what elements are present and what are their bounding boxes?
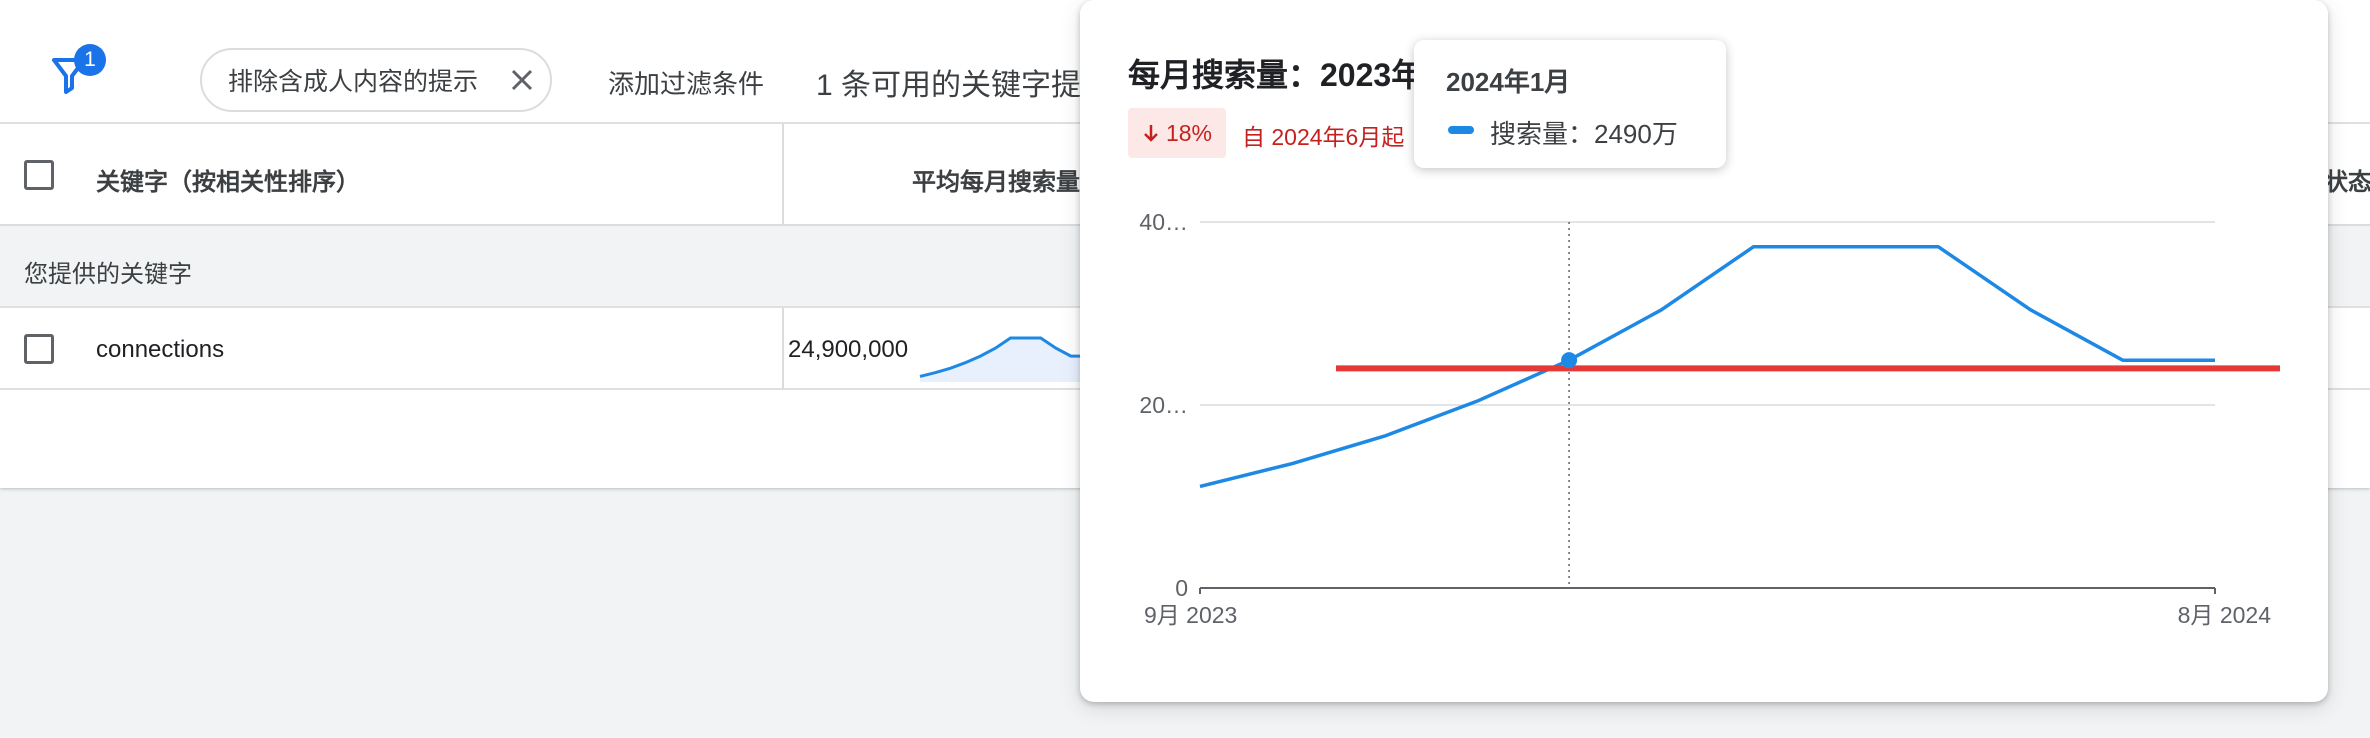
highlight-point [1561, 352, 1578, 369]
search-volume-chart: 40… 20… 09月 2023 8月 2024 [1139, 209, 2280, 628]
tooltip-value: 搜索量：2490万 [1490, 119, 1678, 149]
y-tick-label: 0 [1175, 575, 1188, 601]
tooltip-series-swatch [1448, 126, 1474, 134]
x-tick-label: 8月 2024 [2178, 602, 2272, 628]
y-tick-label: 20… [1139, 392, 1188, 418]
tooltip-date: 2024年1月 [1446, 67, 1571, 97]
chart-tooltip: 2024年1月 搜索量：2490万 [1414, 40, 1726, 168]
y-tick-label: 40… [1139, 209, 1188, 235]
x-tick-label: 9月 2023 [1144, 602, 1237, 628]
